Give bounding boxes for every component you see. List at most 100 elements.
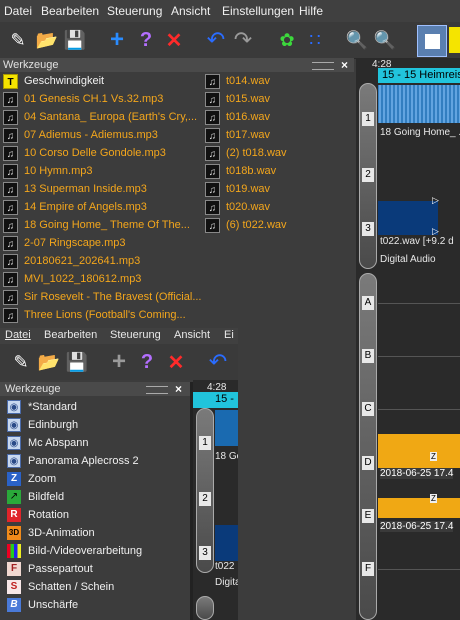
list-item[interactable]: ♫ (2) t018.wav [205,144,287,162]
timeline1-clip3[interactable] [378,201,438,235]
list-item[interactable]: ◉ Edinburgh [7,416,78,434]
music-note-icon: ♫ [3,199,18,215]
list-item[interactable]: ◉ Panorama Aplecross 2 [7,452,139,470]
list-item[interactable]: ♫ t015.wav [205,90,270,108]
add-icon[interactable]: + [106,348,132,375]
panel2-close-icon[interactable]: × [175,382,182,396]
list-item[interactable]: ♫ 10 Corso Delle Gondole.mp3 [3,144,166,162]
list-item[interactable]: ♫ t020.wav [205,198,270,216]
clip-d-label: 2018-06-25 17.4 [380,468,454,479]
menu-datei-2[interactable]: Datei [5,329,31,341]
music-note-icon: ♫ [3,181,18,197]
menu-bearbeiten[interactable]: Bearbeiten [41,4,99,18]
track-line [378,569,460,570]
open-folder-icon[interactable]: 📂 [36,349,62,375]
list-item[interactable]: R Rotation [7,506,69,524]
panel1-file-list: T Geschwindigkeit ♫ 01 Genesis CH.1 Vs.32.… [0,72,354,328]
music-note-icon: ♫ [3,127,18,143]
menu-einstellungen[interactable]: Einstellungen [222,4,294,18]
list-item[interactable]: 3D 3D-Animation [7,524,95,542]
effect-icon: ◉ [7,400,21,414]
menu-bearbeiten-2[interactable]: Bearbeiten [44,329,97,341]
list-item[interactable]: ♫ 14 Empire of Angels.mp3 [3,198,147,216]
open-folder-icon[interactable]: 📂 [34,27,60,53]
help-icon[interactable]: ? [134,349,160,375]
timeline1-clip2-label: 18 Going Home_ ... [380,127,460,138]
menu-ansicht-2[interactable]: Ansicht [174,329,210,341]
video-clip-d[interactable]: Z [378,434,460,468]
zoom-out-icon[interactable]: 🔍 [372,27,398,53]
panel1-title: Werkzeuge [3,59,59,71]
panel2-grip[interactable] [146,386,168,394]
list-item[interactable]: ♫ t018b.wav [205,162,276,180]
undo-icon[interactable]: ↶ [205,349,231,375]
music-note-icon: ♫ [3,145,18,161]
undo-icon[interactable]: ↶ [203,27,229,53]
3d-icon: 3D [7,526,21,540]
delete-icon[interactable]: ✕ [163,349,189,375]
timeline2-clip-title-bar[interactable]: 15 - [193,392,238,408]
timeline1-clip-title-bar[interactable]: 15 - 15 Heimreise [378,68,460,83]
menu-steuerung-2[interactable]: Steuerung [110,329,161,341]
timeline2-clip3[interactable] [215,525,238,561]
group-icon[interactable]: ✿ [274,27,300,53]
list-item[interactable]: ♫ 10 Hymn.mp3 [3,162,92,180]
list-item[interactable]: ♫ 18 Going Home_ Theme Of The... [3,216,190,234]
track-line [378,409,460,410]
menu-einstellungen-2[interactable]: Ei [224,329,234,341]
list-item[interactable]: ♫ 01 Genesis CH.1 Vs.32.mp3 [3,90,163,108]
new-file-icon[interactable]: ✎ [8,349,34,375]
color-bars-icon [7,544,21,558]
timeline2-track-handle-lower[interactable] [196,596,214,620]
menu-ansicht[interactable]: Ansicht [171,4,210,18]
track-number: 1 [362,112,374,126]
save-icon[interactable]: 💾 [64,349,90,375]
list-item[interactable]: ♫ 04 Santana_ Europa (Earth's Cry,... [3,108,197,126]
track-number: 3 [199,546,211,560]
row-label: E [362,509,374,523]
panel1-close-icon[interactable]: × [341,58,348,72]
save-icon[interactable]: 💾 [62,27,88,53]
white-square-icon [424,33,440,49]
list-item[interactable]: Z Zoom [7,470,56,488]
ungroup-icon[interactable]: ∷ [302,27,328,53]
menu-steuerung[interactable]: Steuerung [107,4,162,18]
menu-hilfe[interactable]: Hilfe [299,4,323,18]
add-icon[interactable]: + [104,26,130,53]
list-item[interactable]: B Unschärfe [7,596,78,614]
list-item[interactable]: ◉ Mc Abspann [7,434,89,452]
list-item[interactable]: F Passepartout [7,560,93,578]
panel2-title: Werkzeuge [5,383,61,395]
list-item[interactable]: Bild-/Videoverarbeitung [7,542,142,560]
delete-icon[interactable]: ✕ [161,27,187,53]
list-item[interactable]: ♫ 2-07 Ringscape.mp3 [3,234,126,252]
video-clip-e[interactable]: Z [378,494,460,518]
zoom-in-icon[interactable]: 🔍 [344,27,370,53]
list-item[interactable]: ♫ t016.wav [205,108,270,126]
help-icon[interactable]: ? [133,27,159,53]
list-item[interactable]: ♫ (6) t022.wav [205,216,287,234]
track-number: 3 [362,222,374,236]
list-item[interactable]: ↗ Bildfeld [7,488,64,506]
list-item[interactable]: ♫ Three Lions (Football's Coming... [3,306,186,324]
list-item[interactable]: ◉ *Standard [7,398,77,416]
list-item[interactable]: ♫ t019.wav [205,180,270,198]
list-item[interactable]: T Geschwindigkeit [3,72,104,90]
effect-icon: ◉ [7,418,21,432]
list-item[interactable]: ♫ t017.wav [205,126,270,144]
redo-icon[interactable]: ↷ [230,27,256,53]
list-item[interactable]: S Schatten / Schein [7,578,114,596]
panel1-grip[interactable] [312,62,334,70]
music-note-icon: ♫ [3,109,18,125]
list-item[interactable]: ♫ 20180621_202641.mp3 [3,252,140,270]
new-file-icon[interactable]: ✎ [5,27,31,53]
list-item[interactable]: ♫ Sir Rosevelt - The Bravest (Official... [3,288,201,306]
view-white-button[interactable] [417,25,447,57]
music-note-icon: ♫ [3,235,18,251]
list-item[interactable]: ♫ 07 Adiemus - Adiemus.mp3 [3,126,158,144]
menu-datei[interactable]: Datei [4,4,32,18]
list-item[interactable]: ♫ 13 Superman Inside.mp3 [3,180,147,198]
list-item[interactable]: ♫ t014.wav [205,72,270,90]
list-item[interactable]: ♫ MVI_1022_180612.mp3 [3,270,141,288]
view-yellow-button[interactable] [449,27,460,53]
